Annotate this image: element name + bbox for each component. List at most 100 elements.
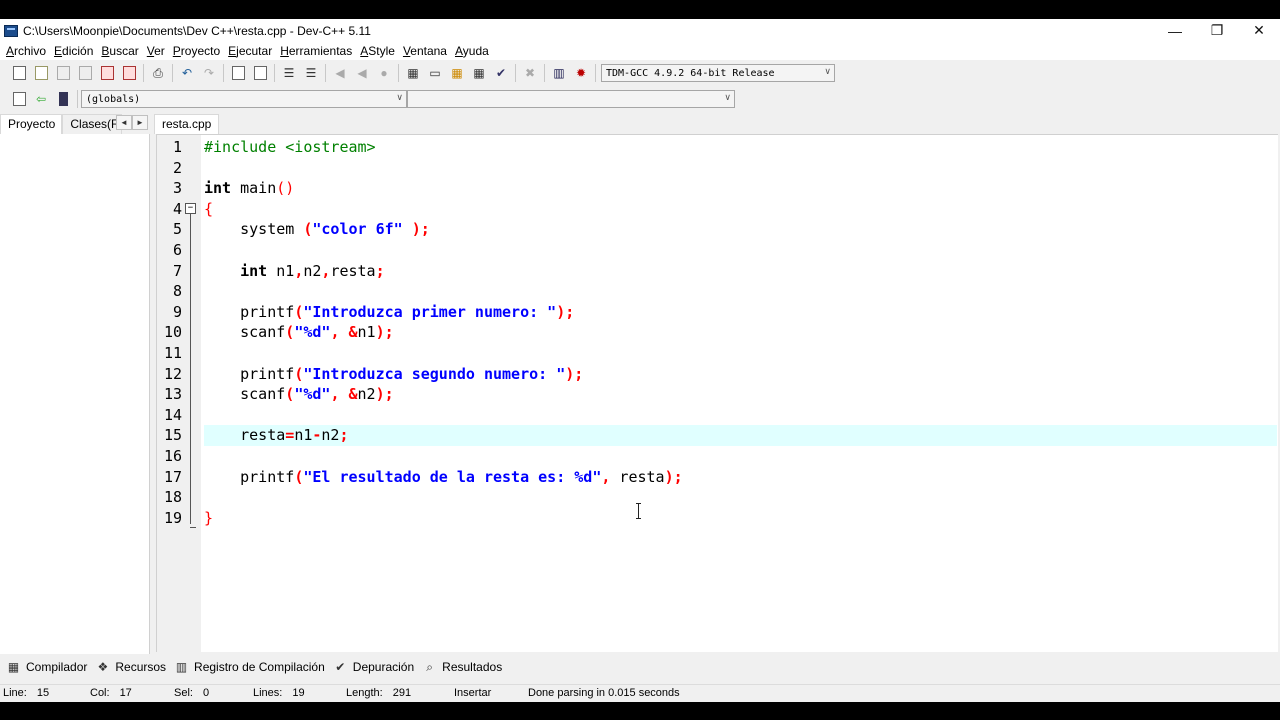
close-button[interactable]: ✕ [1238, 19, 1280, 42]
forward-icon[interactable]: ◀ [353, 64, 371, 82]
code-token: scanf [204, 385, 286, 404]
toolbar-separator [77, 90, 78, 108]
line-number: 12 [163, 364, 182, 383]
code-token: ; [339, 426, 349, 445]
code-line-7[interactable]: 7 int n1,n2,resta; [157, 261, 1279, 282]
menu-buscar[interactable]: Buscar [97, 44, 142, 58]
code-token: resta [330, 261, 376, 280]
code-line-2[interactable]: 2 [157, 158, 1279, 179]
menu-ayuda[interactable]: Ayuda [451, 44, 493, 58]
rebuild-icon[interactable]: ▦ [470, 64, 488, 82]
menu-astyle[interactable]: AStyle [356, 44, 399, 58]
tab-registro[interactable]: ▥ Registro de Compilación [174, 660, 325, 674]
close-all-icon[interactable] [120, 64, 138, 82]
compile-run-icon[interactable]: ▦ [448, 64, 466, 82]
code-line-10[interactable]: 10 scanf("%d", &n1); [157, 322, 1279, 343]
code-token: scanf [204, 323, 286, 342]
tab-scroll-right-icon[interactable]: ► [132, 115, 148, 130]
close-file-icon[interactable] [98, 64, 116, 82]
code-line-11[interactable]: 11 [157, 343, 1279, 364]
toolbar-separator [274, 64, 275, 82]
status-label: Lines: [253, 687, 283, 699]
line-number: 3 [172, 179, 182, 198]
members-select[interactable]: ∨ [407, 90, 735, 108]
status-label: Length: [346, 687, 383, 699]
new-file-icon[interactable] [10, 64, 28, 82]
code-line-15-current[interactable]: 15 resta=n1-n2; [157, 425, 1279, 446]
menu-edicion[interactable]: Edición [50, 44, 97, 58]
title-bar: C:\Users\Moonpie\Documents\Dev C++\resta… [0, 19, 1280, 42]
redo-icon[interactable]: ↷ [200, 64, 218, 82]
code-line-17[interactable]: 17 printf("El resultado de la resta es: … [157, 467, 1279, 488]
replace-icon[interactable] [251, 64, 269, 82]
menu-ventana[interactable]: Ventana [399, 44, 451, 58]
project-panel: Proyecto Clases(Funciones) ◄ ► [0, 114, 150, 654]
chart-icon[interactable]: ▥ [550, 64, 568, 82]
menu-ver[interactable]: Ver [143, 44, 169, 58]
code-line-8[interactable]: 8 [157, 281, 1279, 302]
code-line-12[interactable]: 12 printf("Introduzca segundo numero: ")… [157, 364, 1279, 385]
tab-resultados[interactable]: ⌕ Resultados [422, 660, 502, 675]
tab-compilador[interactable]: ▦ Compilador [6, 660, 88, 674]
code-line-4[interactable]: 4−{ [157, 199, 1279, 220]
code-editor[interactable]: 1 #include <iostream> 2 3 int main() 4−{ 5… [156, 134, 1278, 652]
tab-clases[interactable]: Clases(Funciones) [62, 114, 123, 134]
menu-archivo[interactable]: Archivo [2, 44, 50, 58]
undo-icon[interactable]: ↶ [178, 64, 196, 82]
stop-icon[interactable]: ✖ [521, 64, 539, 82]
compiler-select[interactable]: TDM-GCC 4.9.2 64-bit Release ∨ [601, 64, 835, 82]
status-value: 291 [392, 687, 412, 699]
goto-bookmark-icon[interactable] [54, 90, 72, 108]
debug-icon[interactable]: ✹ [572, 64, 590, 82]
find-icon[interactable] [229, 64, 247, 82]
back-icon[interactable]: ◀ [331, 64, 349, 82]
minimize-button[interactable]: — [1154, 19, 1196, 42]
toolbar-separator [223, 64, 224, 82]
tab-scroll-left-icon[interactable]: ◄ [116, 115, 132, 130]
code-line-6[interactable]: 6 [157, 240, 1279, 261]
code-line-19[interactable]: 19} [157, 508, 1279, 529]
print-icon[interactable]: ⎙ [149, 64, 167, 82]
fold-guide-line [190, 213, 191, 524]
save-all-icon[interactable] [76, 64, 94, 82]
code-line-18[interactable]: 18 [157, 487, 1279, 508]
status-mode: Insertar [454, 687, 491, 699]
code-token: ( [294, 364, 304, 383]
tab-proyecto[interactable]: Proyecto [0, 114, 63, 134]
project-tree[interactable] [0, 134, 150, 654]
code-token: "El resultado de la resta es: %d" [303, 467, 602, 486]
toggle-bookmark-icon[interactable]: ⇦ [32, 90, 50, 108]
menu-proyecto[interactable]: Proyecto [169, 44, 224, 58]
run-icon[interactable]: ▭ [426, 64, 444, 82]
tab-depuracion[interactable]: ✔ Depuración [333, 660, 414, 674]
code-line-3[interactable]: 3 int main() [157, 178, 1279, 199]
code-line-16[interactable]: 16 [157, 446, 1279, 467]
code-line-13[interactable]: 13 scanf("%d", &n2); [157, 384, 1279, 405]
unindent-icon[interactable]: ☰ [302, 64, 320, 82]
restore-button[interactable]: ❐ [1196, 19, 1238, 42]
tab-label: Registro de Compilación [194, 660, 325, 674]
window-title: C:\Users\Moonpie\Documents\Dev C++\resta… [23, 23, 371, 38]
menu-ejecutar[interactable]: Ejecutar [224, 44, 276, 58]
goto-icon[interactable]: ● [375, 64, 393, 82]
scope-select[interactable]: (globals) ∨ [81, 90, 407, 108]
code-line-9[interactable]: 9 printf("Introduzca primer numero: "); [157, 302, 1279, 323]
window-controls: — ❐ ✕ [1154, 19, 1280, 42]
compile-icon[interactable]: ▦ [404, 64, 422, 82]
open-file-icon[interactable] [32, 64, 50, 82]
code-line-5[interactable]: 5 system ("color 6f" ); [157, 219, 1279, 240]
tab-recursos[interactable]: ❖ Recursos [95, 660, 166, 674]
check-syntax-icon[interactable]: ✔ [492, 64, 510, 82]
code-line-1[interactable]: 1 #include <iostream> [157, 137, 1279, 158]
save-icon[interactable] [54, 64, 72, 82]
indent-icon[interactable]: ☰ [280, 64, 298, 82]
insert-icon[interactable] [10, 90, 28, 108]
menu-herramientas[interactable]: Herramientas [276, 44, 356, 58]
code-token: n2 [321, 426, 340, 445]
compiler-select-value: TDM-GCC 4.9.2 64-bit Release [606, 67, 775, 79]
code-token: n2 [303, 261, 322, 280]
line-number: 1 [172, 138, 182, 156]
code-token: "%d" [294, 385, 331, 404]
tab-resta-cpp[interactable]: resta.cpp [154, 114, 220, 134]
code-line-14[interactable]: 14 [157, 405, 1279, 426]
